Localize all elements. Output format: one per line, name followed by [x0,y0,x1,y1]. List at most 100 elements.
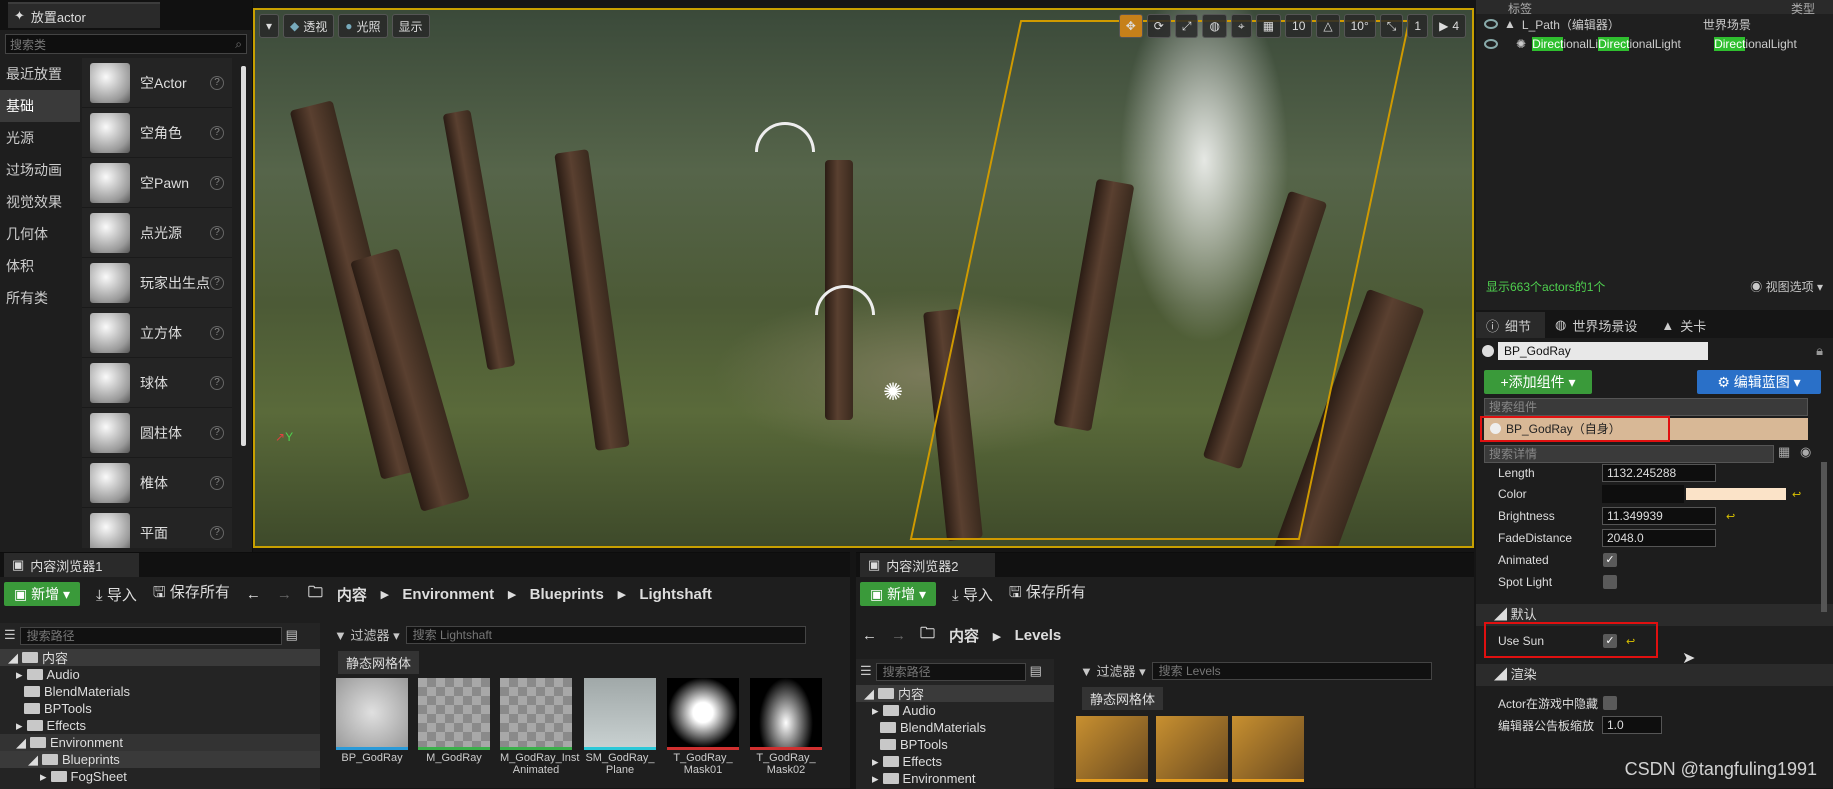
forward-arrow-icon[interactable]: → [277,586,292,603]
lit-button[interactable]: ●光照 [338,14,387,38]
tab-level[interactable]: ▲关卡 [1651,312,1720,338]
perspective-button[interactable]: ◆透视 [283,14,334,38]
category-item[interactable]: 光源 [0,122,80,154]
angle-size-button[interactable]: 10° [1344,14,1376,38]
tree-row[interactable]: ▸ Audio [856,702,1054,719]
breadcrumb-item[interactable]: Levels [1015,627,1062,644]
new-button[interactable]: ▣ 新增 ▾ [4,582,80,606]
back-arrow-icon[interactable]: ← [246,586,261,603]
camera-speed-button[interactable]: ▶4 [1432,14,1466,38]
scale-snap-icon[interactable]: ⤡ [1380,14,1404,38]
actor-list-scrollbar[interactable] [241,66,246,446]
tree-row[interactable]: ◢ Blueprints [0,751,320,768]
lock-icon[interactable]: 🔒︎ [1816,343,1823,359]
actor-item[interactable]: 平面? [82,508,232,548]
prop-value-field[interactable]: 11.349939 [1602,507,1716,525]
asset-tile[interactable]: M_GodRay [418,678,490,768]
static-mesh-filter-tag[interactable]: 静态网格体 [338,651,419,674]
collapse-icon[interactable]: ☰ [4,627,16,645]
category-item[interactable]: 所有类 [0,282,80,314]
color-preview[interactable] [1686,488,1786,500]
reset-arrow-icon[interactable]: ↩ [1792,488,1801,501]
asset-search-input[interactable]: 搜索 Levels [1152,662,1432,680]
asset-tile[interactable]: M_GodRay_Inst Animated [500,678,572,768]
static-mesh-filter-tag[interactable]: 静态网格体 [1082,687,1163,710]
save-all-button[interactable]: 🖫︎ 保存所有 [1009,581,1086,607]
viewport-menu-button[interactable]: ▾ [259,14,279,38]
asset-tile[interactable]: T_GodRay_ Mask01 [667,678,739,768]
forward-arrow-icon[interactable]: → [891,627,906,644]
breadcrumb-item[interactable]: Environment [402,586,494,603]
grid-snap-icon[interactable]: ▦ [1256,14,1281,38]
help-icon[interactable]: ? [210,176,224,190]
tree-row[interactable]: ▸ Effects [856,753,1054,770]
asset-tile[interactable]: BP_GodRay [336,678,408,768]
tree-row[interactable]: ▸ Effects [0,717,320,734]
tree-row[interactable]: ◢ 内容 [856,685,1054,702]
actor-item[interactable]: 空角色? [82,108,232,158]
animated-checkbox[interactable]: ✓ [1603,553,1617,567]
new-button[interactable]: ▣ 新增 ▾ [860,582,936,606]
sun-icon[interactable]: ✺ [883,378,903,407]
grid-view-icon[interactable]: ▦ [1778,444,1790,460]
actor-name-field[interactable]: BP_GodRay [1498,342,1708,360]
path-search-input[interactable]: 搜索路径 [20,627,282,645]
component-search-input[interactable]: 搜索组件 [1484,398,1808,416]
category-item[interactable]: 过场动画 [0,154,80,186]
tree-row[interactable]: ▸ Environment [856,770,1054,787]
tree-row[interactable]: ▸ FogSheet [0,768,320,785]
tree-options-icon[interactable]: ▤ [1030,663,1042,681]
color-swatch[interactable] [1602,485,1684,503]
level-asset-tile[interactable] [1076,716,1148,786]
back-arrow-icon[interactable]: ← [862,627,877,644]
filter-button[interactable]: ▼ 过滤器 ▾ [1080,661,1146,680]
view-options-button[interactable]: ◉ 视图选项 ▾ [1750,278,1823,298]
help-icon[interactable]: ? [210,76,224,90]
content-browser-tab[interactable]: ▣内容浏览器1 [4,553,139,577]
reset-arrow-icon[interactable]: ↩ [1726,510,1735,523]
help-icon[interactable]: ? [210,126,224,140]
visibility-eye-icon[interactable] [1484,39,1498,49]
outliner-row[interactable]: ▲L_Path（编辑器）世界场景 [1476,14,1833,34]
import-button[interactable]: ⤓ 导入 [952,584,993,605]
tree-row[interactable]: BPTools [0,700,320,717]
import-button[interactable]: ⤓ 导入 [96,584,137,605]
category-item[interactable]: 最近放置 [0,58,80,90]
tree-row[interactable]: BPTools [856,736,1054,753]
translate-icon[interactable]: ✥ [1119,14,1143,38]
collapse-icon[interactable]: ☰ [860,663,872,681]
actor-item[interactable]: 球体? [82,358,232,408]
grid-size-button[interactable]: 10 [1285,14,1312,38]
hide-in-game-checkbox[interactable] [1603,696,1617,710]
tree-row[interactable]: BlendMaterials [856,719,1054,736]
help-icon[interactable]: ? [210,276,224,290]
details-scrollbar[interactable] [1821,462,1827,612]
actor-item[interactable]: 点光源? [82,208,232,258]
help-icon[interactable]: ? [210,226,224,240]
light-gizmo-icon[interactable] [815,285,875,315]
category-item[interactable]: 体积 [0,250,80,282]
add-component-button[interactable]: +添加组件 ▾ [1484,370,1592,394]
visibility-eye-icon[interactable] [1484,19,1498,29]
tree-row[interactable]: ◢ Environment [0,734,320,751]
eye-icon[interactable]: ◉ [1800,444,1811,460]
level-asset-tile[interactable] [1156,716,1228,786]
label-column-header[interactable]: 标签 [1508,0,1532,14]
surface-snap-icon[interactable]: ⌖ [1231,14,1252,38]
place-actor-tab[interactable]: ✦放置actor [8,2,160,28]
actor-item[interactable]: 空Pawn? [82,158,232,208]
scale-icon[interactable]: ⤢ [1175,14,1199,38]
tab-world-settings[interactable]: ◍世界场景设 [1545,312,1651,338]
show-button[interactable]: 显示 [392,14,430,38]
rotate-icon[interactable]: ⟳ [1147,14,1171,38]
light-gizmo-icon[interactable] [755,122,815,152]
breadcrumb-item[interactable]: Blueprints [530,586,604,603]
breadcrumb-item[interactable]: Lightshaft [639,586,712,603]
save-all-button[interactable]: 🖫︎ 保存所有 [153,581,230,607]
category-item[interactable]: 几何体 [0,218,80,250]
tab-details[interactable]: ⓘ细节 [1476,312,1545,338]
actor-item[interactable]: 立方体? [82,308,232,358]
tree-row[interactable]: ◢ 内容 [0,649,320,666]
asset-tile[interactable]: T_GodRay_ Mask02 [750,678,822,768]
breadcrumb-item[interactable]: 内容 [337,584,367,605]
